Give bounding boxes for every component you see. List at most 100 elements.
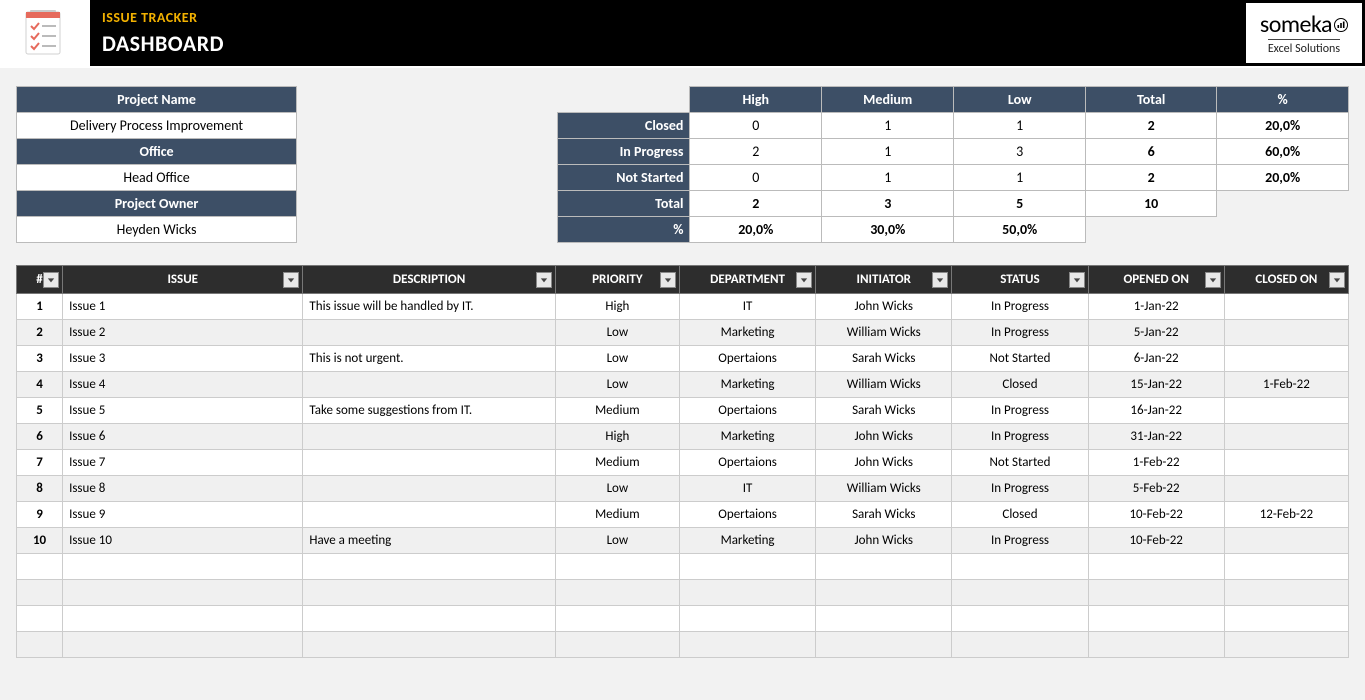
cell-status[interactable]: Not Started	[952, 346, 1088, 372]
table-row-empty[interactable]	[17, 580, 1349, 606]
cell-empty[interactable]	[1088, 632, 1224, 658]
cell-init[interactable]: John Wicks	[816, 424, 952, 450]
cell-empty[interactable]	[555, 606, 679, 632]
cell-prio[interactable]: Medium	[555, 450, 679, 476]
cell-issue[interactable]: Issue 10	[63, 528, 303, 554]
cell-n[interactable]: 7	[17, 450, 63, 476]
cell-empty[interactable]	[17, 632, 63, 658]
table-row[interactable]: 8Issue 8LowITWilliam WicksIn Progress5-F…	[17, 476, 1349, 502]
table-row[interactable]: 7Issue 7MediumOpertaionsJohn WicksNot St…	[17, 450, 1349, 476]
cell-desc[interactable]: Have a meeting	[303, 528, 555, 554]
cell-empty[interactable]	[952, 580, 1088, 606]
table-row[interactable]: 1Issue 1This issue will be handled by IT…	[17, 294, 1349, 320]
cell-open[interactable]: 6-Jan-22	[1088, 346, 1224, 372]
cell-empty[interactable]	[679, 606, 815, 632]
cell-status[interactable]: Closed	[952, 372, 1088, 398]
cell-desc[interactable]	[303, 372, 555, 398]
issues-header-issue[interactable]: ISSUE	[63, 266, 303, 294]
cell-prio[interactable]: High	[555, 424, 679, 450]
cell-empty[interactable]	[17, 580, 63, 606]
cell-desc[interactable]	[303, 450, 555, 476]
issues-header-status[interactable]: STATUS	[952, 266, 1088, 294]
filter-dropdown-icon[interactable]	[283, 272, 299, 288]
cell-empty[interactable]	[1088, 580, 1224, 606]
cell-issue[interactable]: Issue 7	[63, 450, 303, 476]
cell-issue[interactable]: Issue 6	[63, 424, 303, 450]
cell-empty[interactable]	[63, 632, 303, 658]
cell-empty[interactable]	[816, 554, 952, 580]
cell-open[interactable]: 5-Jan-22	[1088, 320, 1224, 346]
cell-empty[interactable]	[1088, 606, 1224, 632]
cell-n[interactable]: 2	[17, 320, 63, 346]
issues-header-description[interactable]: DESCRIPTION	[303, 266, 555, 294]
cell-empty[interactable]	[679, 632, 815, 658]
issues-header-num[interactable]: #	[17, 266, 63, 294]
cell-open[interactable]: 1-Jan-22	[1088, 294, 1224, 320]
cell-init[interactable]: John Wicks	[816, 294, 952, 320]
cell-n[interactable]: 10	[17, 528, 63, 554]
cell-desc[interactable]	[303, 424, 555, 450]
cell-issue[interactable]: Issue 1	[63, 294, 303, 320]
table-row[interactable]: 3Issue 3This is not urgent.LowOpertaions…	[17, 346, 1349, 372]
cell-prio[interactable]: High	[555, 294, 679, 320]
cell-empty[interactable]	[1088, 554, 1224, 580]
table-row[interactable]: 2Issue 2LowMarketingWilliam WicksIn Prog…	[17, 320, 1349, 346]
cell-empty[interactable]	[63, 606, 303, 632]
cell-init[interactable]: Sarah Wicks	[816, 502, 952, 528]
cell-init[interactable]: William Wicks	[816, 476, 952, 502]
table-row[interactable]: 9Issue 9MediumOpertaionsSarah WicksClose…	[17, 502, 1349, 528]
cell-empty[interactable]	[555, 580, 679, 606]
issues-header-department[interactable]: DEPARTMENT	[679, 266, 815, 294]
cell-init[interactable]: William Wicks	[816, 320, 952, 346]
cell-open[interactable]: 15-Jan-22	[1088, 372, 1224, 398]
cell-issue[interactable]: Issue 4	[63, 372, 303, 398]
cell-empty[interactable]	[303, 632, 555, 658]
cell-desc[interactable]	[303, 320, 555, 346]
cell-close[interactable]	[1224, 398, 1348, 424]
cell-empty[interactable]	[303, 606, 555, 632]
cell-dept[interactable]: Marketing	[679, 320, 815, 346]
cell-issue[interactable]: Issue 2	[63, 320, 303, 346]
cell-open[interactable]: 10-Feb-22	[1088, 528, 1224, 554]
cell-empty[interactable]	[1224, 580, 1348, 606]
cell-close[interactable]: 12-Feb-22	[1224, 502, 1348, 528]
cell-issue[interactable]: Issue 8	[63, 476, 303, 502]
filter-dropdown-icon[interactable]	[932, 272, 948, 288]
cell-open[interactable]: 31-Jan-22	[1088, 424, 1224, 450]
cell-empty[interactable]	[679, 580, 815, 606]
cell-status[interactable]: Not Started	[952, 450, 1088, 476]
table-row[interactable]: 4Issue 4LowMarketingWilliam WicksClosed1…	[17, 372, 1349, 398]
filter-dropdown-icon[interactable]	[1069, 272, 1085, 288]
cell-close[interactable]	[1224, 476, 1348, 502]
cell-desc[interactable]: Take some suggestions from IT.	[303, 398, 555, 424]
cell-empty[interactable]	[952, 632, 1088, 658]
cell-n[interactable]: 8	[17, 476, 63, 502]
cell-open[interactable]: 16-Jan-22	[1088, 398, 1224, 424]
cell-status[interactable]: In Progress	[952, 424, 1088, 450]
cell-status[interactable]: In Progress	[952, 476, 1088, 502]
filter-dropdown-icon[interactable]	[796, 272, 812, 288]
cell-close[interactable]	[1224, 346, 1348, 372]
cell-init[interactable]: John Wicks	[816, 528, 952, 554]
cell-empty[interactable]	[1224, 554, 1348, 580]
cell-empty[interactable]	[679, 554, 815, 580]
cell-prio[interactable]: Low	[555, 320, 679, 346]
cell-empty[interactable]	[1224, 632, 1348, 658]
table-row-empty[interactable]	[17, 632, 1349, 658]
cell-close[interactable]	[1224, 424, 1348, 450]
cell-dept[interactable]: Opertaions	[679, 398, 815, 424]
cell-empty[interactable]	[63, 580, 303, 606]
cell-desc[interactable]	[303, 502, 555, 528]
cell-n[interactable]: 5	[17, 398, 63, 424]
cell-close[interactable]	[1224, 450, 1348, 476]
office-value[interactable]: Head Office	[17, 165, 297, 191]
cell-n[interactable]: 4	[17, 372, 63, 398]
cell-prio[interactable]: Medium	[555, 398, 679, 424]
cell-issue[interactable]: Issue 3	[63, 346, 303, 372]
filter-dropdown-icon[interactable]	[660, 272, 676, 288]
cell-prio[interactable]: Low	[555, 476, 679, 502]
cell-dept[interactable]: Opertaions	[679, 346, 815, 372]
filter-dropdown-icon[interactable]	[43, 272, 59, 288]
cell-prio[interactable]: Low	[555, 528, 679, 554]
cell-close[interactable]	[1224, 320, 1348, 346]
